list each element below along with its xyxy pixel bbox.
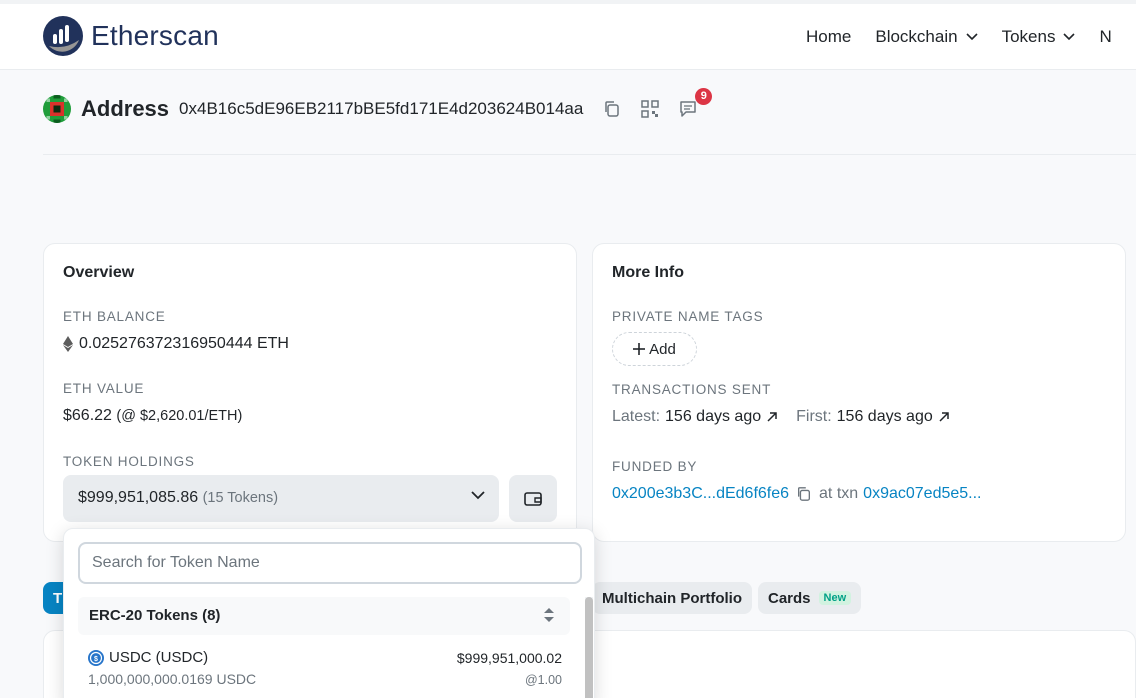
arrow-up-right-icon	[767, 412, 777, 422]
qr-code-button[interactable]	[641, 100, 660, 118]
more-info-card: More Info PRIVATE NAME TAGS Add TRANSACT…	[592, 243, 1126, 542]
page-title: Address	[81, 96, 170, 121]
token-holdings-value: $999,951,085.86 (15 Tokens)	[78, 489, 278, 507]
token-name-text: USDC (USDC)	[109, 649, 209, 666]
qr-code-icon	[641, 100, 660, 118]
nav-more-label: N	[1099, 27, 1112, 46]
nav-home-label: Home	[806, 27, 852, 46]
at-txn-label: at txn	[819, 485, 859, 502]
comment-icon	[680, 101, 697, 117]
arrow-up-right-icon	[939, 412, 949, 422]
token-holdings-dropdown[interactable]: $999,951,085.86 (15 Tokens)	[63, 475, 499, 522]
overview-title: Overview	[63, 264, 135, 281]
funded-by-label: FUNDED BY	[612, 459, 698, 474]
usdc-icon: $	[88, 649, 104, 666]
tx-sent-label: TRANSACTIONS SENT	[612, 382, 772, 397]
eth-value: $66.22 (@ $2,620.01/ETH)	[63, 407, 242, 425]
copy-address-button[interactable]	[603, 100, 621, 118]
token-holdings-label: TOKEN HOLDINGS	[63, 454, 195, 469]
erc20-group-label: ERC-20 Tokens (8)	[89, 607, 221, 624]
eth-price: (@ $2,620.01/ETH)	[116, 408, 243, 424]
sort-icon[interactable]	[544, 608, 554, 622]
address-hash: 0x4B16c5dE96EB2117bBE5fd171E4d203624B014…	[179, 99, 584, 118]
funded-by-values: 0x200e3b3C...dEd6f6fe6 at txn 0x9ac07ed5…	[612, 485, 982, 503]
address-avatar	[43, 95, 71, 123]
new-badge: New	[818, 591, 852, 605]
tab-multichain-portfolio[interactable]: Multichain Portfolio	[592, 582, 752, 614]
token-quantity: 1,000,000,000.0169 USDC	[88, 671, 257, 687]
token-search-input[interactable]	[78, 542, 582, 584]
token-rate: @1.00	[524, 673, 562, 687]
token-name: $ USDC (USDC)	[88, 649, 208, 666]
svg-text:$: $	[94, 656, 98, 663]
nav-tokens-label: Tokens	[1001, 27, 1056, 46]
eth-balance-label: ETH BALANCE	[63, 309, 166, 324]
add-name-tag-button[interactable]: Add	[612, 332, 697, 366]
chevron-down-icon	[966, 33, 978, 41]
nav-tokens[interactable]: Tokens	[1002, 27, 1076, 47]
eth-balance-value: 0.025276372316950444 ETH	[63, 335, 289, 353]
chevron-down-icon	[1063, 33, 1076, 41]
eth-value-usd: $66.22	[63, 407, 112, 424]
token-holdings-menu: ERC-20 Tokens (8) $ USDC (USDC) 1,000,00…	[63, 528, 595, 698]
comments-button[interactable]: 9	[679, 88, 713, 118]
nav-more[interactable]: N	[1099, 27, 1111, 47]
scrollbar-thumb[interactable]	[585, 597, 593, 698]
etherscan-logo[interactable]: Etherscan	[43, 16, 219, 56]
nav-blockchain-label: Blockchain	[875, 27, 958, 46]
tx-sent-values: Latest: 156 days ago First: 156 days ago	[612, 408, 950, 426]
brand-name: Etherscan	[91, 20, 219, 51]
latest-label: Latest:	[612, 408, 661, 425]
token-usd-value: $999,951,000.02	[456, 650, 562, 666]
copy-icon	[605, 101, 620, 117]
main-nav: Home Blockchain Tokens N	[806, 27, 1136, 47]
nav-home[interactable]: Home	[806, 27, 851, 47]
wallet-icon	[524, 491, 542, 506]
address-header: Address 0x4B16c5dE96EB2117bBE5fd171E4d20…	[43, 88, 713, 123]
tab-cards[interactable]: Cards New	[758, 582, 862, 614]
first-value[interactable]: 156 days ago	[837, 408, 933, 426]
tab-cards-label: Cards	[768, 589, 811, 607]
add-label: Add	[649, 340, 676, 358]
erc20-group-header[interactable]: ERC-20 Tokens (8)	[78, 597, 570, 635]
eth-value-label: ETH VALUE	[63, 381, 145, 396]
eth-balance-text: 0.025276372316950444 ETH	[79, 335, 289, 352]
token-count: (15 Tokens)	[202, 490, 279, 506]
notification-badge: 9	[695, 88, 713, 105]
etherscan-logo-icon	[43, 16, 83, 56]
chevron-down-icon	[471, 491, 485, 500]
top-navbar: Etherscan Home Blockchain Tokens N	[0, 0, 1136, 70]
dropdown-scrollbar[interactable]	[585, 597, 593, 698]
funded-by-address-link[interactable]: 0x200e3b3C...dEd6f6fe6	[612, 485, 789, 503]
latest-value[interactable]: 156 days ago	[665, 408, 761, 426]
plus-icon	[633, 343, 646, 355]
overview-card: Overview ETH BALANCE 0.02527637231695044…	[43, 243, 577, 542]
wallet-button[interactable]	[509, 475, 557, 522]
ethereum-icon	[63, 336, 73, 352]
more-info-title: More Info	[612, 264, 684, 281]
private-tags-label: PRIVATE NAME TAGS	[612, 309, 764, 324]
nav-blockchain[interactable]: Blockchain	[875, 27, 978, 47]
funded-txn-link[interactable]: 0x9ac07ed5e5...	[863, 485, 981, 503]
token-row[interactable]: $ USDC (USDC) 1,000,000,000.0169 USDC $9…	[88, 647, 562, 693]
first-label: First:	[796, 408, 832, 425]
tab-multichain-label: Multichain Portfolio	[602, 589, 742, 607]
token-total: $999,951,085.86	[78, 489, 199, 506]
copy-icon[interactable]	[796, 486, 812, 502]
header-divider	[43, 154, 1136, 155]
